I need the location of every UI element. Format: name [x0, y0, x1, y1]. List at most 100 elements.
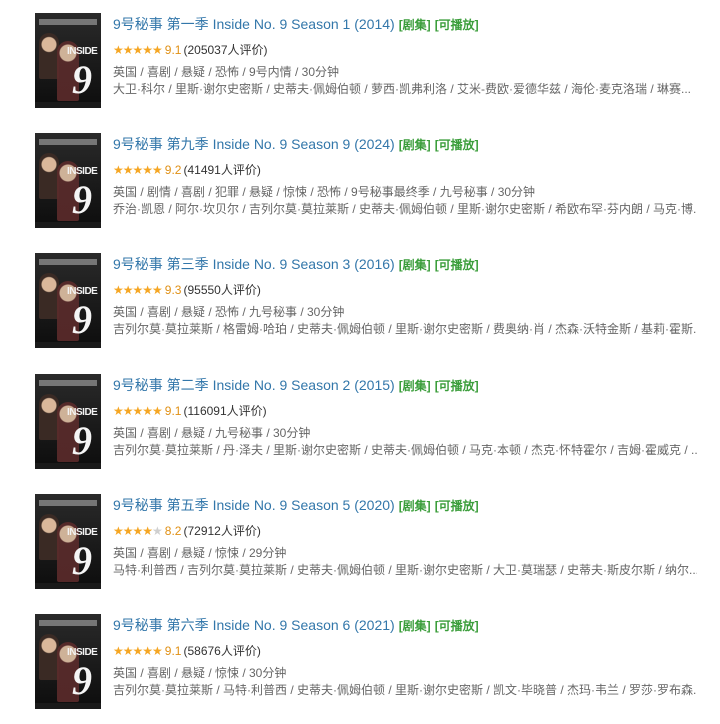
poster-figure-left — [39, 33, 59, 79]
poster-bottom-bar — [35, 222, 101, 228]
poster-inside-text: INSIDE — [67, 647, 98, 658]
poster-nine-text: 9 — [72, 57, 92, 102]
result-item: INSIDE 9 9号秘事 第五季 Inside No. 9 Season 5 … — [0, 494, 720, 604]
tag-series[interactable]: [剧集] — [399, 499, 431, 513]
rating-stars-icon: ★★★★★ — [113, 524, 163, 538]
rating-stars-icon: ★★★★★ — [113, 283, 163, 297]
meta-info: 英国 / 喜剧 / 悬疑 / 恐怖 / 九号秘事 / 30分钟 — [113, 305, 345, 319]
cast-list: 吉列尔莫·莫拉莱斯 / 丹·泽夫 / 里斯·谢尔史密斯 / 史蒂夫·佩姆伯顿 /… — [113, 443, 697, 457]
bbc-logo — [39, 19, 97, 25]
result-info: 9号秘事 第五季 Inside No. 9 Season 5 (2020) [剧集… — [113, 494, 713, 579]
poster-nine-text: 9 — [72, 297, 92, 342]
rating-votes: (95550人评价) — [183, 283, 261, 297]
poster-figure-left — [39, 634, 59, 680]
rating-line: ★★★★★ 9.1 (205037人评价) — [113, 42, 713, 58]
rating-score: 9.2 — [164, 163, 182, 177]
poster-image[interactable]: INSIDE 9 — [35, 253, 101, 348]
tag-series[interactable]: [剧集] — [399, 138, 431, 152]
stars-filled: ★★★★ — [113, 524, 153, 538]
stars-filled: ★★★★★ — [113, 404, 163, 418]
tag-series[interactable]: [剧集] — [399, 18, 431, 32]
bbc-logo — [39, 139, 97, 145]
stars-filled: ★★★★★ — [113, 644, 163, 658]
poster-image[interactable]: INSIDE 9 — [35, 494, 101, 589]
result-info: 9号秘事 第三季 Inside No. 9 Season 3 (2016) [剧集… — [113, 253, 713, 338]
poster-figure-left — [39, 273, 59, 319]
rating-stars-icon: ★★★★★ — [113, 163, 163, 177]
title-link[interactable]: 9号秘事 第五季 Inside No. 9 Season 5 (2020) — [113, 497, 395, 513]
poster-nine-text: 9 — [72, 538, 92, 583]
tag-playable[interactable]: [可播放] — [435, 499, 479, 513]
rating-line: ★★★★★ 9.3 (95550人评价) — [113, 282, 713, 298]
rating-score: 9.1 — [164, 644, 182, 658]
poster-figure-left — [39, 394, 59, 440]
rating-stars-icon: ★★★★★ — [113, 404, 163, 418]
poster-image[interactable]: INSIDE 9 — [35, 614, 101, 709]
result-item: INSIDE 9 9号秘事 第六季 Inside No. 9 Season 6 … — [0, 614, 720, 724]
tag-playable[interactable]: [可播放] — [435, 258, 479, 272]
title-line: 9号秘事 第五季 Inside No. 9 Season 5 (2020) [剧集… — [113, 496, 713, 515]
rating-score: 9.1 — [164, 43, 182, 57]
tag-playable[interactable]: [可播放] — [435, 18, 479, 32]
result-info: 9号秘事 第二季 Inside No. 9 Season 2 (2015) [剧集… — [113, 374, 713, 459]
result-item: INSIDE 9 9号秘事 第二季 Inside No. 9 Season 2 … — [0, 374, 720, 484]
meta-info: 英国 / 喜剧 / 悬疑 / 惊悚 / 29分钟 — [113, 546, 287, 560]
cast-list: 大卫·科尔 / 里斯·谢尔史密斯 / 史蒂夫·佩姆伯顿 / 萝西·凯弗利洛 / … — [113, 82, 691, 96]
poster-inside-text: INSIDE — [67, 166, 98, 177]
poster-inside-text: INSIDE — [67, 286, 98, 297]
meta-info: 英国 / 剧情 / 喜剧 / 犯罪 / 悬疑 / 惊悚 / 恐怖 / 9号秘事最… — [113, 185, 536, 199]
meta-info: 英国 / 喜剧 / 悬疑 / 恐怖 / 9号内情 / 30分钟 — [113, 65, 340, 79]
rating-votes: (58676人评价) — [183, 644, 261, 658]
meta-info: 英国 / 喜剧 / 悬疑 / 惊悚 / 30分钟 — [113, 666, 287, 680]
rating-stars-icon: ★★★★★ — [113, 43, 163, 57]
tag-playable[interactable]: [可播放] — [435, 619, 479, 633]
poster-bottom-bar — [35, 342, 101, 348]
rating-stars-icon: ★★★★★ — [113, 644, 163, 658]
title-link[interactable]: 9号秘事 第九季 Inside No. 9 Season 9 (2024) — [113, 136, 395, 152]
rating-score: 9.1 — [164, 404, 182, 418]
tag-playable[interactable]: [可播放] — [435, 379, 479, 393]
tag-playable[interactable]: [可播放] — [435, 138, 479, 152]
bbc-logo — [39, 380, 97, 386]
result-item: INSIDE 9 9号秘事 第九季 Inside No. 9 Season 9 … — [0, 133, 720, 243]
meta-info: 英国 / 喜剧 / 悬疑 / 九号秘事 / 30分钟 — [113, 426, 311, 440]
bbc-logo — [39, 620, 97, 626]
poster-bottom-bar — [35, 102, 101, 108]
result-item: INSIDE 9 9号秘事 第一季 Inside No. 9 Season 1 … — [0, 13, 720, 123]
poster-image[interactable]: INSIDE 9 — [35, 374, 101, 469]
poster-inside-text: INSIDE — [67, 46, 98, 57]
poster-bottom-bar — [35, 583, 101, 589]
cast-list: 吉列尔莫·莫拉莱斯 / 格雷姆·哈珀 / 史蒂夫·佩姆伯顿 / 里斯·谢尔史密斯… — [113, 322, 697, 336]
rating-score: 8.2 — [164, 524, 182, 538]
title-line: 9号秘事 第一季 Inside No. 9 Season 1 (2014) [剧集… — [113, 15, 713, 34]
rating-votes: (72912人评价) — [183, 524, 261, 538]
tag-series[interactable]: [剧集] — [399, 619, 431, 633]
tag-series[interactable]: [剧集] — [399, 258, 431, 272]
poster-nine-text: 9 — [72, 658, 92, 703]
title-line: 9号秘事 第二季 Inside No. 9 Season 2 (2015) [剧集… — [113, 376, 713, 395]
rating-line: ★★★★★ 8.2 (72912人评价) — [113, 523, 713, 539]
poster-figure-left — [39, 514, 59, 560]
rating-line: ★★★★★ 9.2 (41491人评价) — [113, 162, 713, 178]
poster-inside-text: INSIDE — [67, 407, 98, 418]
title-link[interactable]: 9号秘事 第一季 Inside No. 9 Season 1 (2014) — [113, 16, 395, 32]
poster-figure-left — [39, 153, 59, 199]
rating-line: ★★★★★ 9.1 (116091人评价) — [113, 403, 713, 419]
result-item: INSIDE 9 9号秘事 第三季 Inside No. 9 Season 3 … — [0, 253, 720, 363]
title-link[interactable]: 9号秘事 第二季 Inside No. 9 Season 2 (2015) — [113, 377, 395, 393]
bbc-logo — [39, 259, 97, 265]
poster-image[interactable]: INSIDE 9 — [35, 13, 101, 108]
stars-empty: ★ — [152, 524, 163, 538]
rating-line: ★★★★★ 9.1 (58676人评价) — [113, 643, 713, 659]
tag-series[interactable]: [剧集] — [399, 379, 431, 393]
stars-filled: ★★★★★ — [113, 163, 163, 177]
poster-image[interactable]: INSIDE 9 — [35, 133, 101, 228]
poster-nine-text: 9 — [72, 177, 92, 222]
rating-votes: (205037人评价) — [183, 43, 268, 57]
rating-votes: (116091人评价) — [183, 404, 267, 418]
title-link[interactable]: 9号秘事 第六季 Inside No. 9 Season 6 (2021) — [113, 617, 395, 633]
title-line: 9号秘事 第九季 Inside No. 9 Season 9 (2024) [剧集… — [113, 135, 713, 154]
cast-list: 乔治·凯恩 / 阿尔·坎贝尔 / 吉列尔莫·莫拉莱斯 / 史蒂夫·佩姆伯顿 / … — [113, 202, 697, 216]
title-link[interactable]: 9号秘事 第三季 Inside No. 9 Season 3 (2016) — [113, 256, 395, 272]
poster-bottom-bar — [35, 463, 101, 469]
